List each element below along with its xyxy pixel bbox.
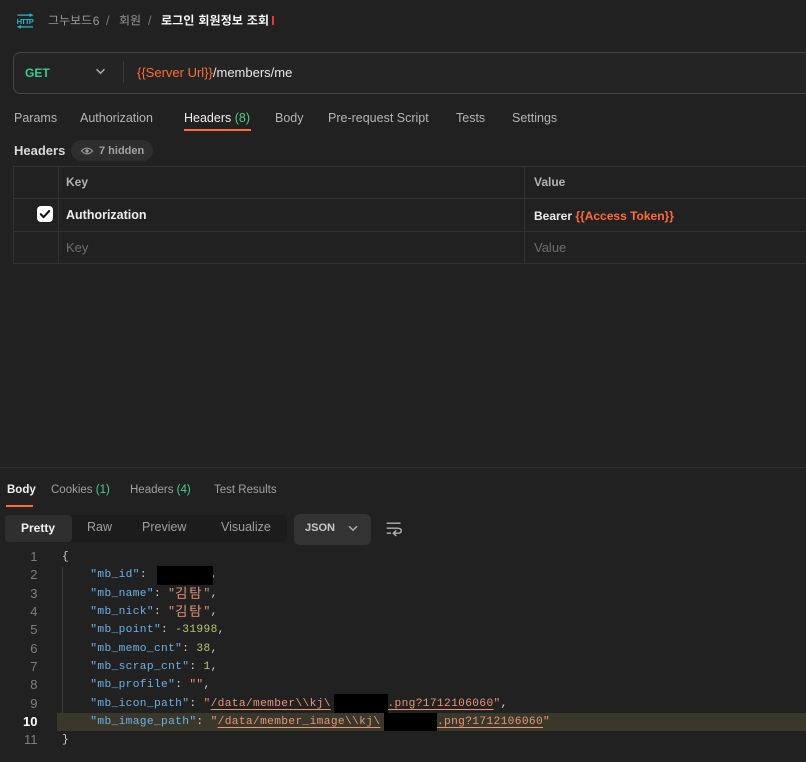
- svg-text:HTTP: HTTP: [17, 17, 34, 26]
